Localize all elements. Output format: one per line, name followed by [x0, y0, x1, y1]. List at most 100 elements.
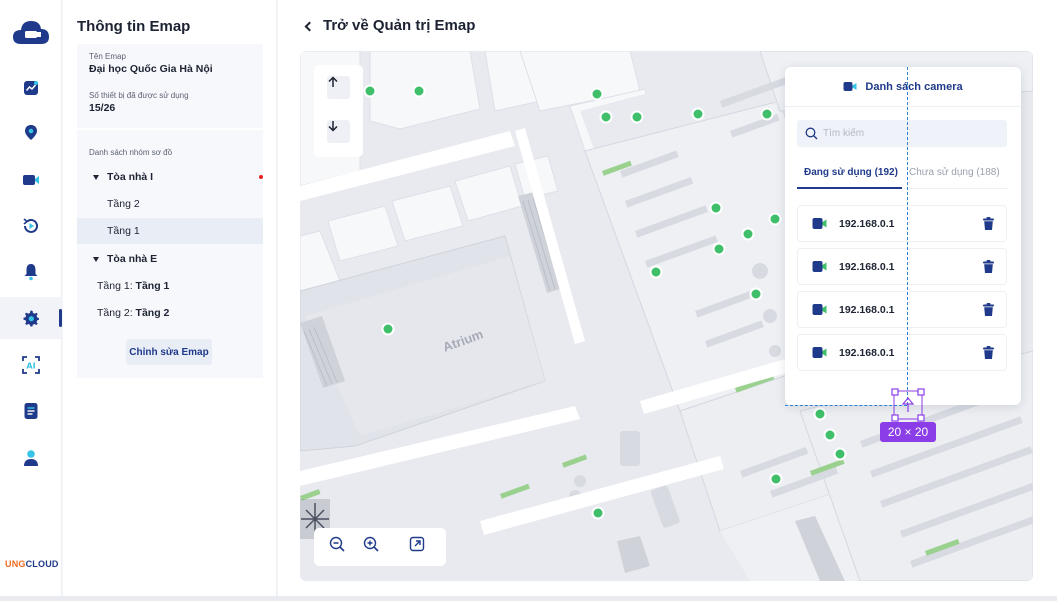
- arrow-down-icon: [328, 121, 338, 132]
- emap-meta-card: Tên Emap Đại học Quốc Gia Hà Nội Số thiế…: [77, 44, 263, 128]
- back-label: Trở về Quản trị Emap: [323, 17, 476, 34]
- group-list-label: Danh sách nhóm sơ đồ: [89, 148, 173, 157]
- tree-floor-2-label: Tầng 2: [107, 198, 140, 210]
- delete-camera-button[interactable]: [983, 303, 994, 316]
- camera-list-item[interactable]: 192.168.0.1: [797, 291, 1007, 328]
- brand-part1: UNG: [5, 559, 26, 569]
- rail-dashboard[interactable]: [0, 67, 62, 109]
- camera-icon: [843, 82, 857, 91]
- tree-building-e-label: Tòa nhà E: [107, 253, 158, 265]
- rail-location[interactable]: [0, 112, 62, 154]
- camera-tabs: Đang sử dụng (192) Chưa sử dụng (188): [797, 163, 1009, 189]
- camera-search[interactable]: [797, 120, 1007, 147]
- unsaved-dot-icon: [259, 175, 263, 179]
- camera-list-item[interactable]: 192.168.0.1: [797, 205, 1007, 242]
- camera-icon: [812, 261, 827, 272]
- tree-e-floor-2[interactable]: Tầng 2: Tầng 2: [77, 300, 263, 326]
- trash-icon: [983, 303, 994, 316]
- settings-gear-icon: [23, 310, 39, 327]
- expand-icon: [409, 536, 425, 552]
- camera-icon: [812, 304, 827, 315]
- camera-search-input[interactable]: [823, 128, 993, 139]
- emap-name-value: Đại học Quốc Gia Hà Nội: [89, 63, 213, 75]
- camera-ip: 192.168.0.1: [839, 303, 895, 316]
- search-icon: [805, 127, 818, 140]
- camera-ip: 192.168.0.1: [839, 346, 895, 359]
- brand-logo: UNGCLOUD: [5, 559, 59, 569]
- emap-info-panel: Thông tin Emap Tên Emap Đại học Quốc Gia…: [63, 0, 277, 596]
- delete-camera-button[interactable]: [983, 346, 994, 359]
- tree-building-i-label: Tòa nhà I: [107, 171, 154, 183]
- devices-used-label: Số thiết bị đã được sử dụng: [89, 91, 189, 100]
- camera-list-item[interactable]: 192.168.0.1: [797, 248, 1007, 285]
- tree-e-floor-1[interactable]: Tầng 1: Tầng 1: [77, 273, 263, 299]
- back-link[interactable]: Trở về Quản trị Emap: [304, 17, 476, 34]
- delete-camera-button[interactable]: [983, 217, 994, 230]
- rail-playback[interactable]: [0, 205, 62, 247]
- delete-camera-button[interactable]: [983, 260, 994, 273]
- zoom-out-icon: [329, 536, 345, 552]
- camera-list-panel: Danh sách camera Đang sử dụng (192) Chưa…: [785, 67, 1021, 405]
- floor-down-button[interactable]: [327, 120, 350, 143]
- tree-floor-2[interactable]: Tầng 2: [77, 191, 263, 217]
- camera-icon: [23, 175, 39, 185]
- tab-unused[interactable]: Chưa sử dụng (188): [909, 167, 1000, 178]
- tree-e-floor-1-label: Tầng 1: [135, 280, 170, 292]
- measure-guide-horizontal: [785, 405, 907, 406]
- camera-icon: [812, 347, 827, 358]
- document-icon: [24, 403, 38, 419]
- tab-in-use[interactable]: Đang sử dụng (192): [797, 167, 902, 189]
- playback-icon: [23, 218, 38, 233]
- rail-account[interactable]: [0, 437, 62, 479]
- zoom-in-icon: [363, 536, 379, 552]
- caret-down-icon[interactable]: [93, 256, 99, 262]
- app-root: AI UNGCLOUD Thông tin Emap Tên Emap Đại …: [0, 0, 1057, 601]
- camera-list-item[interactable]: 192.168.0.1: [797, 334, 1007, 371]
- cloud-camera-logo-icon[interactable]: [12, 18, 50, 48]
- measure-guide-vertical: [907, 67, 908, 405]
- edit-emap-button[interactable]: Chỉnh sửa Emap: [126, 339, 212, 365]
- tree-building-i[interactable]: Tòa nhà I: [77, 164, 263, 190]
- emap-name-label: Tên Emap: [89, 52, 126, 61]
- trash-icon: [983, 260, 994, 273]
- location-pin-icon: [25, 125, 37, 140]
- rail-documents[interactable]: [0, 390, 62, 432]
- ai-scan-icon: AI: [22, 356, 40, 374]
- tree-e-floor-1-prefix: Tầng 1:: [97, 280, 136, 292]
- zoom-in-button[interactable]: [363, 536, 385, 558]
- brand-part2: CLOUD: [25, 559, 59, 569]
- rail-settings[interactable]: [0, 297, 62, 339]
- zoom-out-button[interactable]: [329, 536, 351, 558]
- caret-down-icon[interactable]: [93, 174, 99, 180]
- bell-icon: [24, 264, 38, 281]
- trash-icon: [983, 346, 994, 359]
- fit-screen-button[interactable]: [409, 536, 431, 558]
- tree-e-floor-2-label: Tầng 2: [135, 307, 170, 319]
- svg-text:AI: AI: [26, 362, 35, 371]
- arrow-up-icon: [328, 76, 338, 87]
- devices-used-value: 15/26: [89, 102, 116, 114]
- selection-size-badge: 20 × 20: [880, 422, 936, 442]
- tree-floor-1[interactable]: Tầng 1: [77, 218, 263, 244]
- selection-handles-icon[interactable]: [891, 388, 925, 422]
- camera-panel-title: Danh sách camera: [865, 80, 963, 93]
- rail-ai[interactable]: AI: [0, 344, 62, 386]
- user-icon: [24, 450, 38, 466]
- trash-icon: [983, 217, 994, 230]
- tree-floor-1-label: Tầng 1: [107, 225, 140, 237]
- tree-e-floor-2-prefix: Tầng 2:: [97, 307, 136, 319]
- rail-notifications[interactable]: [0, 251, 62, 293]
- panel-title: Thông tin Emap: [77, 18, 191, 35]
- floor-switcher: [314, 65, 363, 157]
- floor-up-button[interactable]: [327, 76, 350, 99]
- camera-ip: 192.168.0.1: [839, 217, 895, 230]
- dashboard-icon: [24, 81, 38, 95]
- camera-ip: 192.168.0.1: [839, 260, 895, 273]
- rail-camera[interactable]: [0, 159, 62, 201]
- bottom-edge: [0, 596, 1057, 601]
- group-list-card: Danh sách nhóm sơ đồ Tòa nhà I Tầng 2 Tầ…: [77, 130, 263, 378]
- tree-building-e[interactable]: Tòa nhà E: [77, 246, 263, 272]
- chevron-left-icon: [304, 21, 315, 31]
- camera-panel-header: Danh sách camera: [785, 67, 1021, 107]
- zoom-controls: [314, 528, 446, 566]
